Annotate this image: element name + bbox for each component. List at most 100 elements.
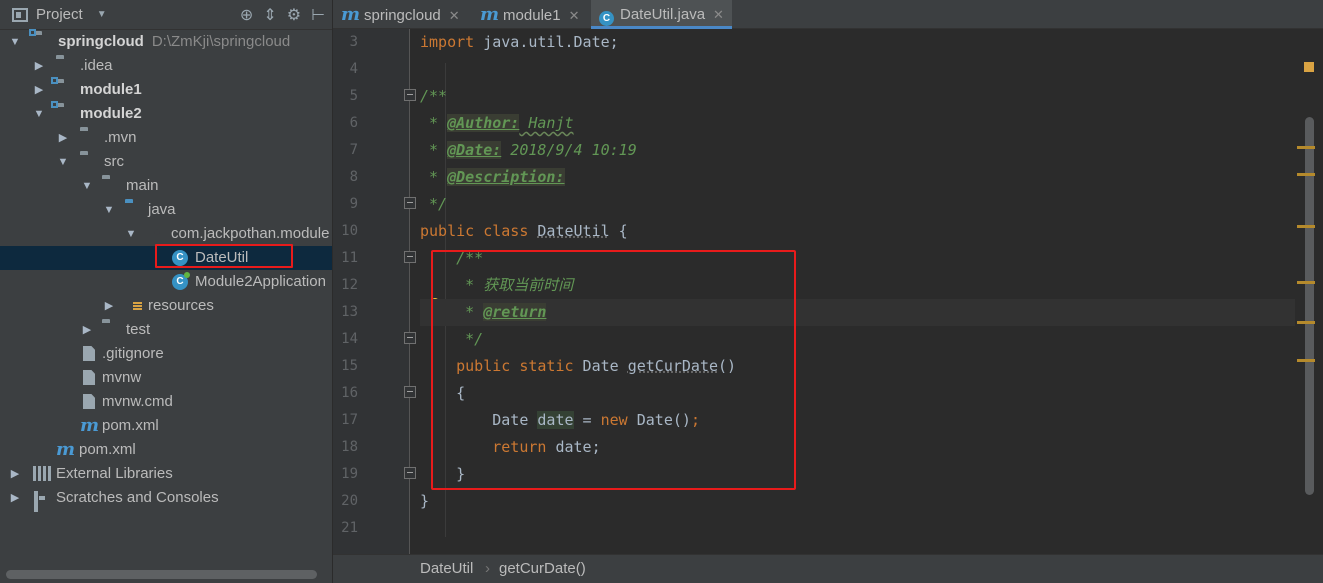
breadcrumb-separator: › <box>485 560 490 577</box>
expand-arrow-icon[interactable]: ▼ <box>32 102 46 126</box>
line-number: 15 <box>341 358 358 374</box>
line-number: 19 <box>341 466 358 482</box>
tree-item-external-libraries[interactable]: ▶ External Libraries <box>0 462 332 486</box>
collapse-arrow-icon[interactable]: ▶ <box>80 318 94 342</box>
fold-toggle-icon[interactable] <box>404 251 416 263</box>
project-path: D:\ZmKji\springcloud <box>151 33 291 50</box>
line-number: 18 <box>341 439 358 455</box>
horizontal-scrollbar[interactable] <box>6 570 317 579</box>
expand-arrow-icon[interactable]: ▼ <box>80 174 94 198</box>
line-number: 4 <box>349 61 358 77</box>
line-number: 9 <box>349 196 358 212</box>
tree-item-mvnw[interactable]: mvnw <box>0 366 332 390</box>
tree-item-idea[interactable]: ▶ .idea <box>0 54 332 78</box>
tree-item-label: resources <box>148 297 214 314</box>
method-annotation-box <box>431 250 796 490</box>
line-number: 3 <box>349 34 358 50</box>
line-number: 14 <box>341 331 358 347</box>
collapse-arrow-icon[interactable]: ▶ <box>32 78 46 102</box>
warning-marker[interactable] <box>1297 225 1315 228</box>
tree-item-src[interactable]: ▼ src <box>0 150 332 174</box>
gear-icon[interactable]: ⚙ <box>287 5 301 25</box>
tree-item-mvnw-cmd[interactable]: mvnw.cmd <box>0 390 332 414</box>
collapse-arrow-icon[interactable]: ▶ <box>102 294 116 318</box>
tree-item-label: pom.xml <box>79 441 136 458</box>
code-line-3: import java.util.Date; <box>420 33 619 51</box>
collapse-arrow-icon[interactable]: ▶ <box>8 486 22 510</box>
breadcrumb-class[interactable]: DateUtil <box>420 555 473 583</box>
warning-marker[interactable] <box>1297 146 1315 149</box>
line-number: 7 <box>349 142 358 158</box>
breadcrumb-method[interactable]: getCurDate() <box>499 555 586 583</box>
project-panel-header: Project ▼ ⊕ ⇕ ⚙ ⊢ <box>0 0 332 30</box>
close-icon[interactable]: ✕ <box>449 8 460 23</box>
fold-toggle-icon[interactable] <box>404 332 416 344</box>
line-number: 20 <box>341 493 358 509</box>
expand-arrow-icon[interactable]: ▼ <box>56 150 70 174</box>
expand-arrow-icon[interactable]: ▼ <box>102 198 116 222</box>
warning-marker[interactable] <box>1297 281 1315 284</box>
file-icon <box>83 394 95 409</box>
tree-item-module2-pom[interactable]: m pom.xml <box>0 414 332 438</box>
project-panel-toolbar: ⊕ ⇕ ⚙ ⊢ <box>240 0 325 30</box>
tree-item-module1[interactable]: ▶ module1 <box>0 78 332 102</box>
breadcrumb: DateUtil › getCurDate() <box>333 554 1323 583</box>
tree-item-label: springcloud <box>58 33 144 50</box>
crosshair-icon[interactable]: ⊕ <box>240 5 253 25</box>
tree-item-resources[interactable]: ▶ resources <box>0 294 332 318</box>
tree-item-test[interactable]: ▶ test <box>0 318 332 342</box>
chevron-down-icon: ▼ <box>96 9 107 20</box>
close-icon[interactable]: ✕ <box>713 7 724 22</box>
collapse-all-icon[interactable]: ⇕ <box>263 5 276 25</box>
tab-module1[interactable]: m module1 ✕ <box>472 0 589 29</box>
maven-module-icon: m <box>480 4 500 25</box>
tree-item-springcloud[interactable]: ▼ springcloud D:\ZmKji\springcloud <box>0 30 332 54</box>
fold-toggle-icon[interactable] <box>404 467 416 479</box>
inspection-status-icon[interactable] <box>1304 62 1314 72</box>
fold-toggle-icon[interactable] <box>404 386 416 398</box>
code-line-7: * @Date: 2018/9/4 10:19 <box>420 141 637 159</box>
tree-item-mvn[interactable]: ▶ .mvn <box>0 126 332 150</box>
hide-panel-icon[interactable]: ⊢ <box>311 5 325 25</box>
tree-item-scratches[interactable]: ▶ Scratches and Consoles <box>0 486 332 512</box>
warning-marker[interactable] <box>1297 359 1315 362</box>
tree-item-label: com.jackpothan.module <box>171 225 330 242</box>
project-icon <box>12 8 28 22</box>
vertical-scrollbar[interactable] <box>1297 29 1323 554</box>
tree-item-gitignore[interactable]: .gitignore <box>0 342 332 366</box>
expand-arrow-icon[interactable]: ▼ <box>124 222 138 246</box>
tree-item-label: src <box>104 153 124 170</box>
code-line-9: */ <box>420 195 448 213</box>
tab-dateutil-java[interactable]: C DateUtil.java ✕ <box>591 0 732 29</box>
file-icon <box>83 370 95 385</box>
collapse-arrow-icon[interactable]: ▶ <box>56 126 70 150</box>
warning-marker[interactable] <box>1297 173 1315 176</box>
tab-label: module1 <box>503 7 561 24</box>
tree-item-package[interactable]: ▼ com.jackpothan.module <box>0 222 332 246</box>
expand-arrow-icon[interactable]: ▼ <box>8 30 22 54</box>
line-number: 8 <box>349 169 358 185</box>
line-number: 21 <box>341 520 358 536</box>
tree-item-module2application[interactable]: C Module2Application <box>0 270 332 294</box>
line-number: 6 <box>349 115 358 131</box>
tab-label: springcloud <box>364 7 441 24</box>
collapse-arrow-icon[interactable]: ▶ <box>8 462 22 486</box>
tree-item-root-pom[interactable]: m pom.xml <box>0 438 332 462</box>
collapse-arrow-icon[interactable]: ▶ <box>32 54 46 78</box>
tree-item-label: main <box>126 177 159 194</box>
warning-marker[interactable] <box>1297 321 1315 324</box>
project-panel-title: Project <box>36 6 83 23</box>
tree-item-label: module2 <box>80 105 142 122</box>
tree-item-module2[interactable]: ▼ module2 <box>0 102 332 126</box>
tab-springcloud[interactable]: m springcloud ✕ <box>333 0 470 29</box>
library-icon <box>33 466 51 481</box>
fold-toggle-icon[interactable] <box>404 89 416 101</box>
project-view-selector[interactable]: Project ▼ <box>12 0 107 30</box>
fold-toggle-icon[interactable] <box>404 197 416 209</box>
tree-item-label: External Libraries <box>56 465 173 482</box>
tree-item-main[interactable]: ▼ main <box>0 174 332 198</box>
maven-module-icon: m <box>341 4 361 25</box>
tree-item-java[interactable]: ▼ java <box>0 198 332 222</box>
maven-icon: m <box>56 439 76 460</box>
close-icon[interactable]: ✕ <box>569 8 580 23</box>
